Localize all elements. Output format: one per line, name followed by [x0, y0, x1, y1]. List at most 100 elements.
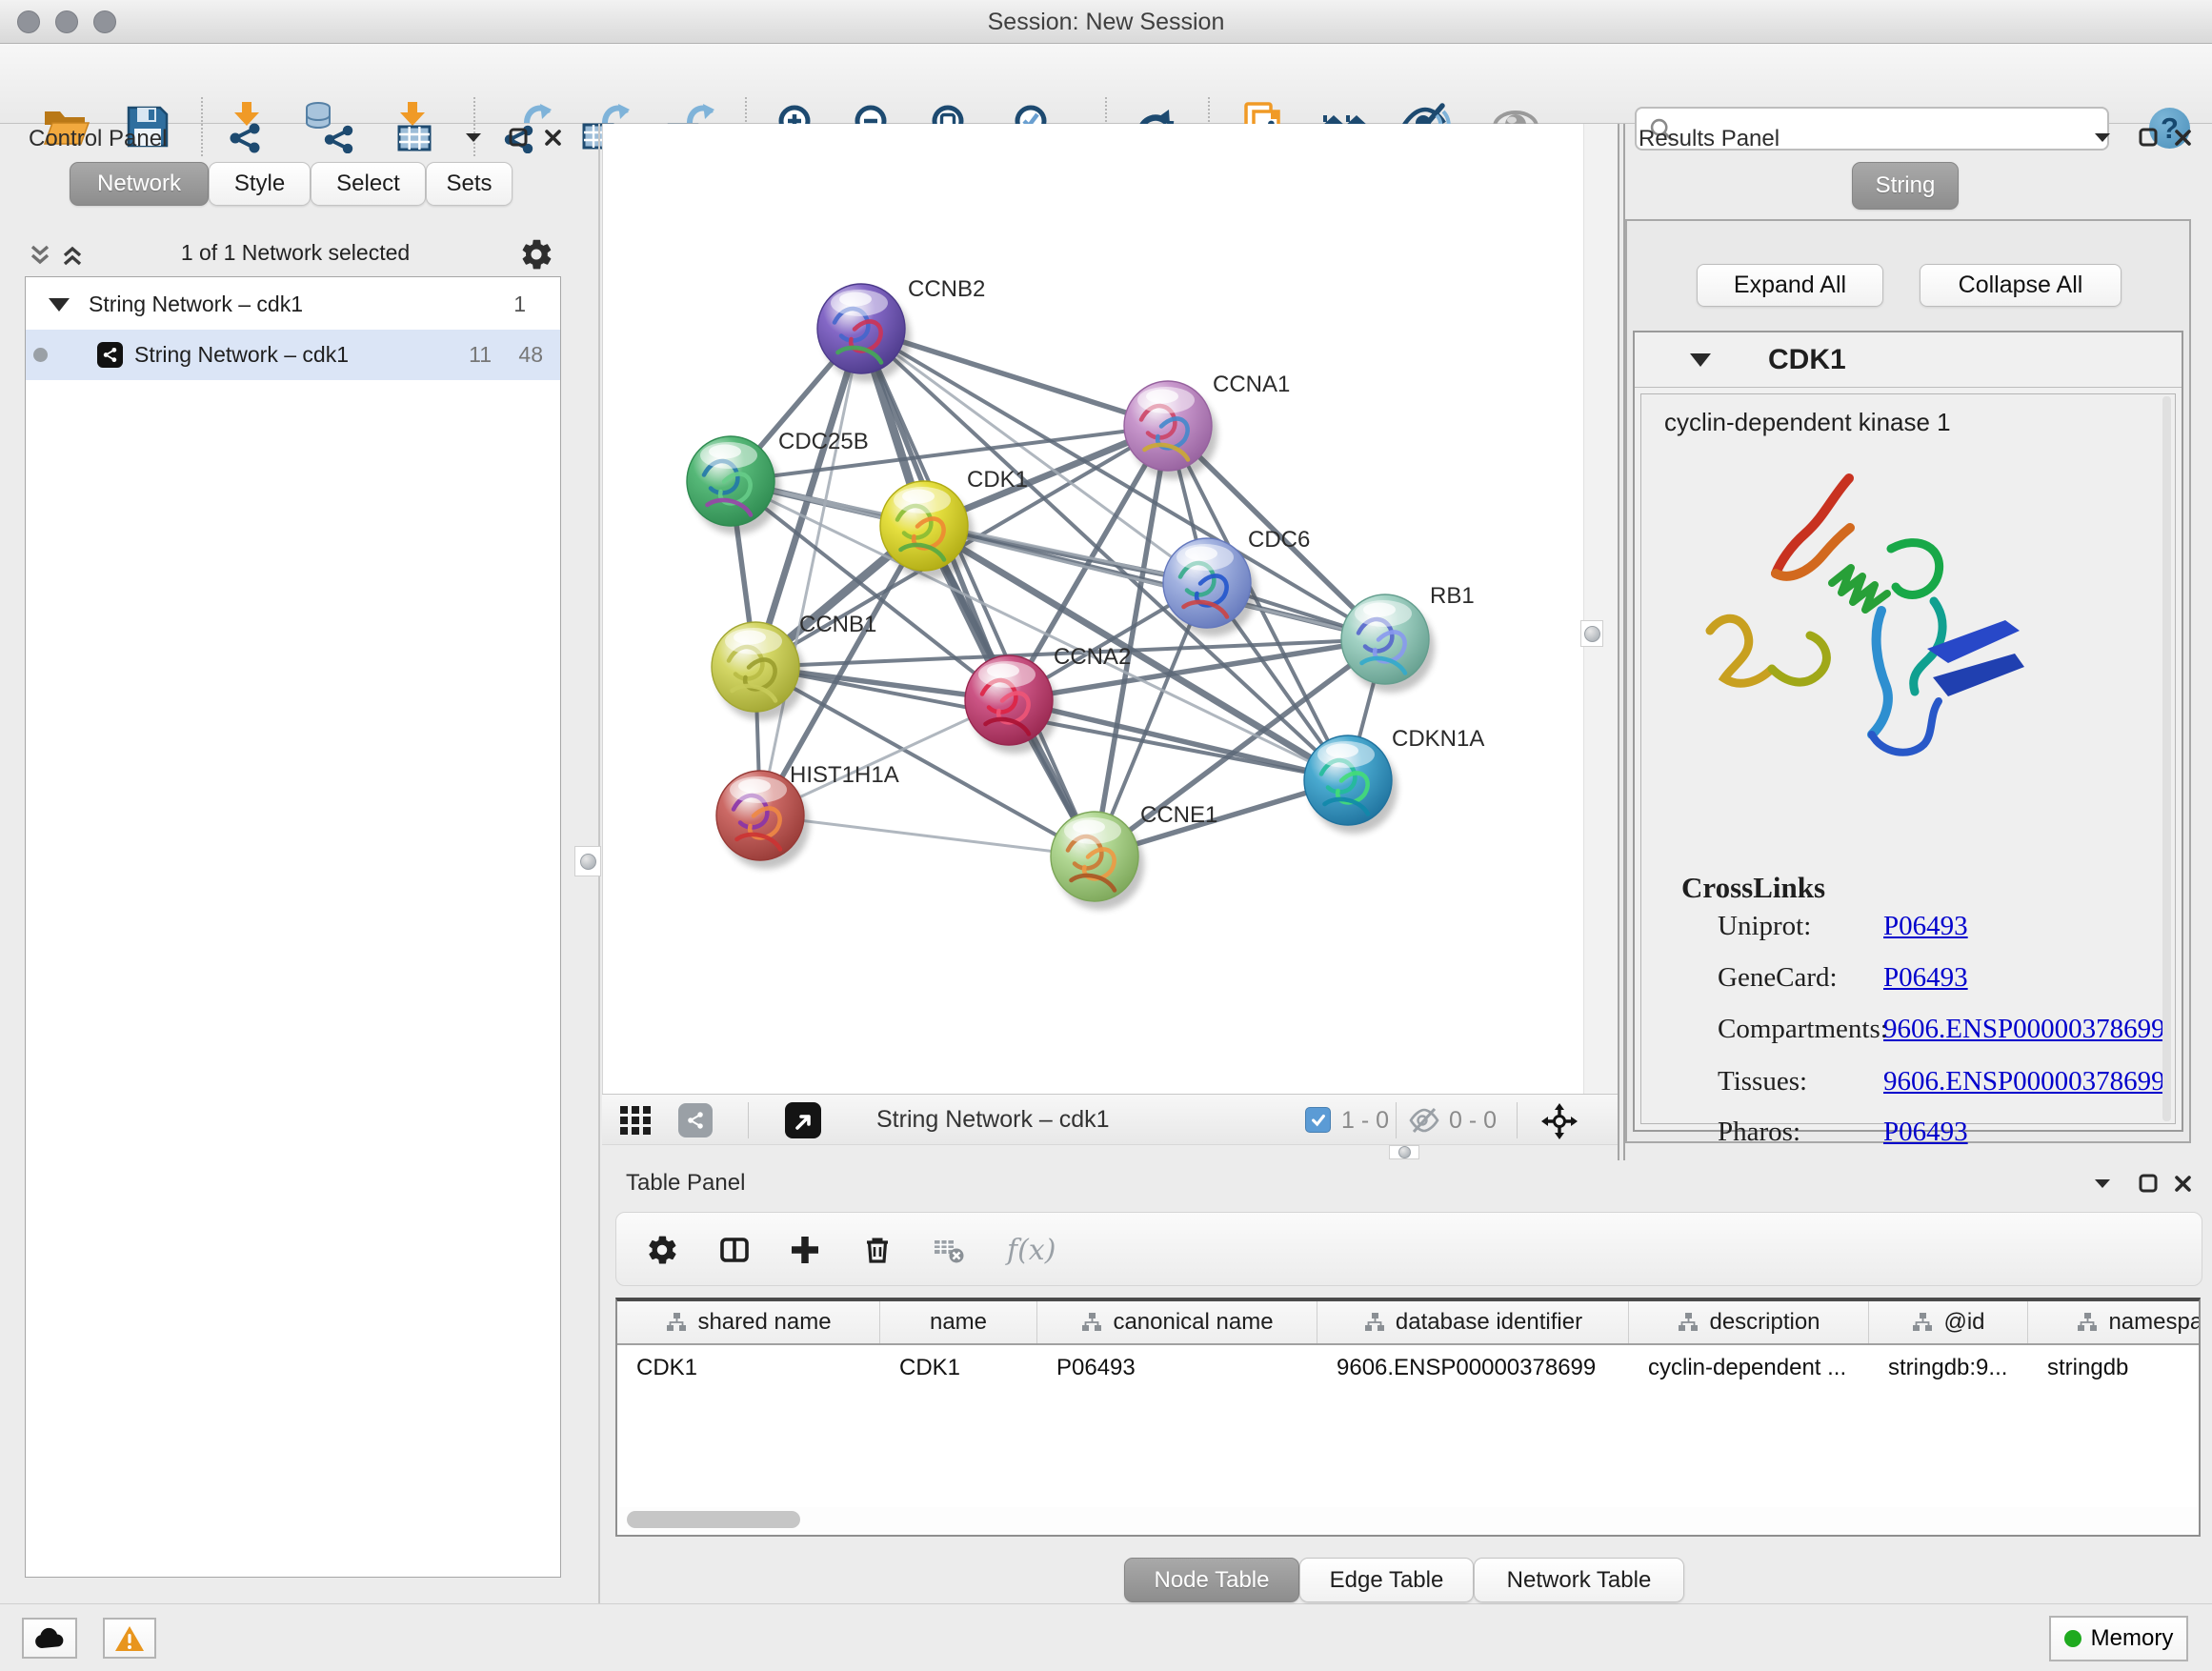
column-header-namespace[interactable]: namespace — [2028, 1301, 2201, 1343]
table-row[interactable]: CDK1CDK1P064939606.ENSP00000378699cyclin… — [617, 1347, 2201, 1389]
tab-sets[interactable]: Sets — [426, 162, 513, 206]
control-panel-close-icon[interactable] — [536, 123, 569, 151]
svg-text:f(x): f(x) — [1005, 1234, 1056, 1267]
node-CCNE1[interactable]: CCNE1 — [1051, 802, 1217, 910]
crosslink-row: GeneCard: P06493 — [1641, 962, 2175, 1000]
node-CCNB1[interactable]: CCNB1 — [712, 612, 876, 720]
results-panel-float-icon[interactable] — [2132, 123, 2164, 151]
right-splitter[interactable] — [1618, 124, 1625, 1160]
tab-string[interactable]: String — [1852, 162, 1959, 210]
results-panel-menu-icon[interactable] — [2086, 123, 2119, 151]
control-panel-menu-icon[interactable] — [457, 123, 490, 151]
collapse-all-button[interactable]: Collapse All — [1920, 264, 2122, 307]
right-splitter-handle[interactable] — [1580, 620, 1603, 647]
tree-column-icon — [2076, 1311, 2099, 1334]
node-CCNA2[interactable]: CCNA2 — [965, 644, 1131, 754]
network-canvas[interactable]: CCNB2 CCNA1 CDC25B CDK1 — [602, 124, 1583, 1094]
node-CDK1[interactable]: CDK1 — [880, 467, 1028, 579]
results-panel-close-icon[interactable] — [2166, 123, 2199, 151]
table-cell[interactable]: stringdb:9... — [1869, 1347, 2028, 1389]
delete-column-icon — [860, 1233, 915, 1267]
left-splitter-handle[interactable] — [574, 846, 601, 876]
table-toolbar: f(x) — [615, 1212, 2202, 1286]
collection-expand-icon[interactable] — [49, 298, 70, 312]
crosslink-link[interactable]: 9606.ENSP00000378699 — [1883, 1014, 2165, 1045]
table-cell[interactable]: P06493 — [1037, 1347, 1317, 1389]
node-CDKN1A[interactable]: CDKN1A — [1304, 726, 1484, 834]
network-row[interactable]: String Network – cdk1 11 48 — [26, 330, 560, 380]
network-view-toolbar: String Network – cdk1 1 - 0 0 - 0 — [602, 1094, 1618, 1145]
control-panel-title: Control Panel — [29, 126, 167, 152]
node-table[interactable]: shared namenamecanonical namedatabase id… — [615, 1298, 2201, 1537]
tab-style[interactable]: Style — [209, 162, 311, 206]
table-panel-float-icon[interactable] — [2132, 1169, 2164, 1198]
crosslink-link[interactable]: P06493 — [1883, 911, 1968, 942]
cloud-button[interactable] — [22, 1618, 77, 1659]
expand-all-icon[interactable] — [61, 243, 84, 272]
nodes-selected-count: 1 - 0 — [1341, 1107, 1389, 1135]
hidden-eye-slash-icon[interactable] — [1408, 1106, 1440, 1139]
node-RB1[interactable]: RB1 — [1341, 583, 1475, 693]
split-columns-button[interactable] — [715, 1220, 774, 1279]
crosslink-row: Pharos: P06493 — [1641, 1117, 2175, 1155]
network-options-gear-icon[interactable] — [518, 236, 554, 277]
table-cell[interactable]: stringdb — [2028, 1347, 2201, 1389]
network-right-margin — [1583, 124, 1618, 1094]
table-hscroll-thumb[interactable] — [627, 1511, 800, 1528]
memory-button[interactable]: Memory — [2049, 1616, 2188, 1661]
node-label-CCNB2: CCNB2 — [908, 276, 985, 302]
column-header-name[interactable]: name — [880, 1301, 1037, 1343]
node-label-CDC6: CDC6 — [1248, 527, 1310, 553]
network-collection-row[interactable]: String Network – cdk1 1 — [26, 279, 560, 330]
column-header-shared-name[interactable]: shared name — [617, 1301, 880, 1343]
function-icon: f(x) — [1003, 1233, 1058, 1267]
tab-network-table[interactable]: Network Table — [1474, 1558, 1684, 1602]
nodes-selected-checkbox[interactable] — [1305, 1107, 1331, 1133]
grid-view-icon[interactable] — [619, 1105, 652, 1140]
column-header--id[interactable]: @id — [1869, 1301, 2028, 1343]
protein-card-collapse-icon[interactable] — [1690, 353, 1711, 367]
collapse-all-icon[interactable] — [29, 243, 51, 272]
table-cell[interactable]: CDK1 — [617, 1347, 880, 1389]
fit-content-crosshair-icon[interactable] — [1541, 1103, 1578, 1144]
table-cell[interactable]: 9606.ENSP00000378699 — [1317, 1347, 1629, 1389]
tab-network[interactable]: Network — [70, 162, 209, 206]
crosslink-link[interactable]: P06493 — [1883, 962, 1968, 994]
warning-button[interactable] — [103, 1618, 156, 1659]
birds-eye-view-icon[interactable] — [785, 1102, 821, 1138]
column-header-canonical-name[interactable]: canonical name — [1037, 1301, 1317, 1343]
node-CCNA1[interactable]: CCNA1 — [1124, 372, 1290, 479]
network-style-share-icon[interactable] — [678, 1103, 713, 1137]
crosslink-link[interactable]: P06493 — [1883, 1117, 1968, 1148]
table-panel-menu-icon[interactable] — [2086, 1169, 2119, 1198]
network-node-count: 11 — [469, 342, 492, 368]
expand-all-button[interactable]: Expand All — [1697, 264, 1883, 307]
control-panel-float-icon[interactable] — [502, 123, 534, 151]
tree-column-icon — [1363, 1311, 1386, 1334]
table-hscrollbar[interactable] — [619, 1507, 2197, 1532]
string-network-icon — [97, 342, 123, 368]
column-header-description[interactable]: description — [1629, 1301, 1869, 1343]
table-cell[interactable]: CDK1 — [880, 1347, 1037, 1389]
tab-select[interactable]: Select — [311, 162, 426, 206]
crosslink-label: Tissues: — [1718, 1066, 1807, 1097]
add-column-button[interactable] — [786, 1220, 845, 1279]
cloud-icon — [33, 1627, 66, 1650]
table-panel-close-icon[interactable] — [2166, 1169, 2199, 1198]
tree-column-icon — [1677, 1311, 1699, 1334]
crosslinks-heading: CrossLinks — [1681, 871, 1825, 905]
network-selection-status: 1 of 1 Network selected — [95, 240, 495, 266]
results-scrollbar[interactable] — [2162, 396, 2171, 1121]
node-label-CCNA2: CCNA2 — [1054, 644, 1131, 670]
tab-node-table[interactable]: Node Table — [1124, 1558, 1299, 1602]
crosslink-link[interactable]: 9606.ENSP00000378699 — [1883, 1066, 2165, 1097]
edge-CCNE1-HIST1H1A — [760, 815, 1095, 856]
table-cell[interactable]: cyclin-dependent ... — [1629, 1347, 1869, 1389]
tab-edge-table[interactable]: Edge Table — [1299, 1558, 1474, 1602]
column-header-database-identifier[interactable]: database identifier — [1317, 1301, 1629, 1343]
gear-button[interactable] — [643, 1220, 702, 1279]
crosslink-label: GeneCard: — [1718, 962, 1838, 994]
title-bar: Session: New Session — [0, 0, 2212, 44]
node-HIST1H1A[interactable]: HIST1H1A — [716, 762, 899, 869]
delete-column-button[interactable] — [858, 1220, 917, 1279]
